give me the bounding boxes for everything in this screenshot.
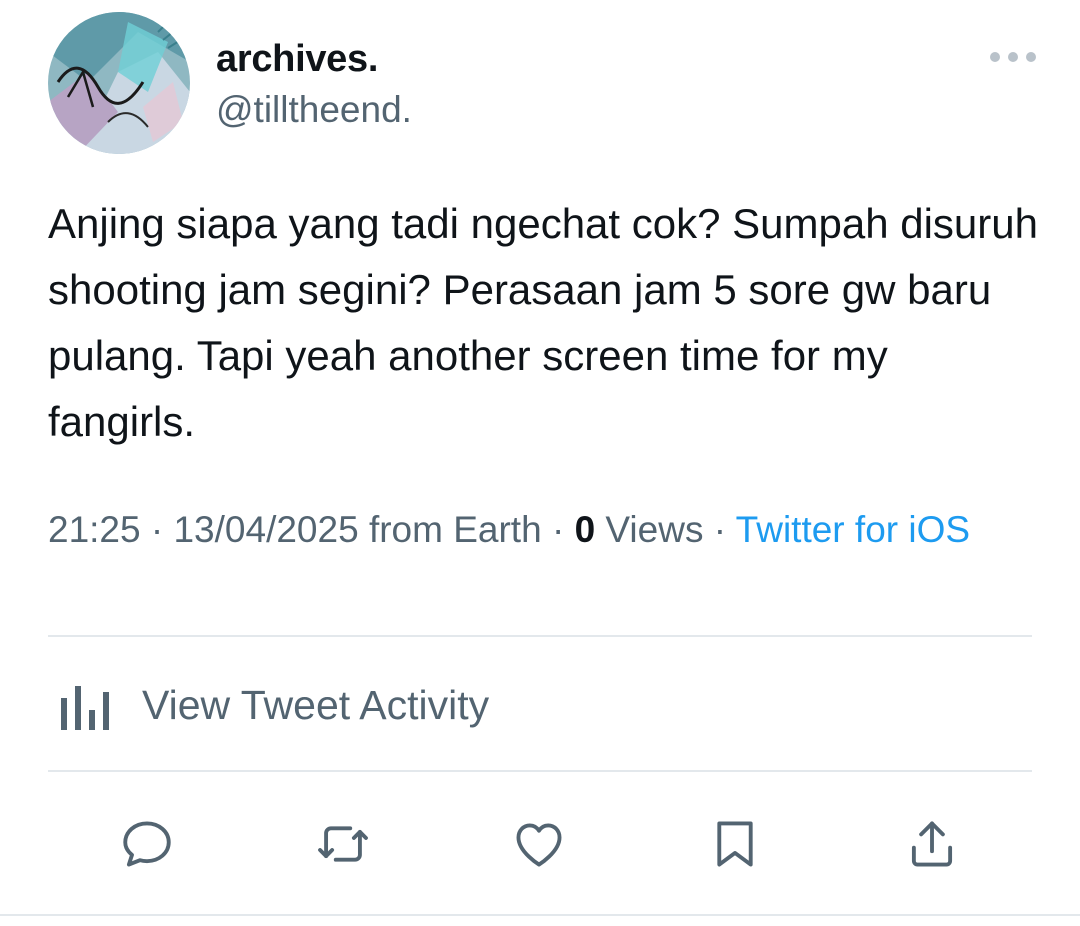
like-button[interactable] [507,812,571,876]
more-options-icon[interactable] [990,44,1036,70]
tweet-text: Anjing siapa yang tadi ngechat cok? Sump… [48,200,1050,445]
separator: · [703,509,736,550]
separator: · [140,509,174,550]
reply-icon [123,821,171,867]
divider [0,914,1080,916]
user-handle[interactable]: @tilltheend. [216,89,412,131]
source-link[interactable]: Twitter for iOS [736,509,970,550]
bookmark-button[interactable] [703,812,767,876]
dot [1008,52,1018,62]
bookmark-icon [717,821,753,867]
dot [990,52,1000,62]
tweet-date[interactable]: 13/04/2025 [173,509,358,550]
retweet-icon [318,826,368,862]
view-tweet-activity-button[interactable]: View Tweet Activity [48,665,489,745]
divider [48,770,1032,772]
tweet-meta: 21:25 · 13/04/2025 from Earth · 0 Views … [48,505,1038,555]
views-count: 0 [574,509,596,550]
share-icon [911,821,953,867]
tweet-actions [0,812,1080,876]
bar-chart-icon [61,686,109,730]
divider [48,635,1032,637]
separator: · [541,509,575,550]
avatar[interactable] [48,12,190,154]
display-name[interactable]: archives. [216,38,378,81]
dot [1026,52,1036,62]
avatar-image [48,12,190,154]
activity-label: View Tweet Activity [142,681,490,728]
reply-button[interactable] [115,812,179,876]
tweet-time[interactable]: 21:25 [48,509,141,550]
views-label: Views [605,509,704,550]
retweet-button[interactable] [311,812,375,876]
tweet-location: from Earth [368,509,542,550]
share-button[interactable] [900,812,964,876]
like-icon [516,823,562,867]
